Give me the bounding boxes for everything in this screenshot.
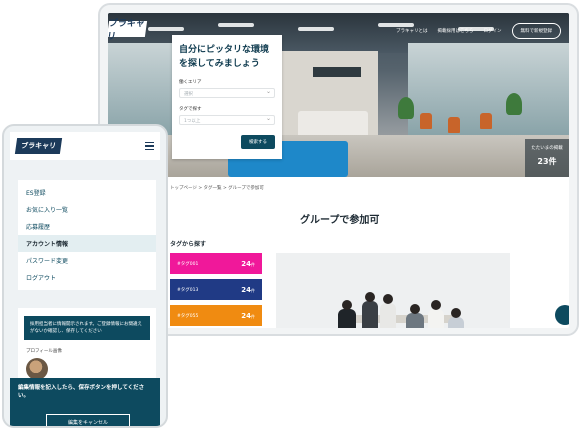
breadcrumb[interactable]: トップページ > タグ一覧 > グループで参加可 — [170, 185, 264, 191]
tag-list: #タグ001 24件 #タグ013 24件 #タグ055 24件 — [170, 253, 262, 328]
signup-button[interactable]: 無料で新規登録 — [511, 23, 561, 39]
person — [362, 292, 378, 328]
avatar[interactable] — [26, 358, 48, 380]
ceiling-light — [298, 27, 334, 31]
mobile-screen: ブラキャリ ES登録 お気に入り一覧 応募履歴 アカウント情報 パスワード変更 … — [10, 132, 160, 426]
orange-chair — [420, 113, 432, 129]
search-card: 自分にピッタリな環境を探してみましょう 働くエリア 選択 タグで探す 1つ以上 … — [172, 35, 282, 159]
cancel-edit-button[interactable]: 編集をキャンセル — [46, 414, 130, 426]
menu-item-es[interactable]: ES登録 — [18, 184, 156, 201]
plant — [506, 93, 522, 115]
group-photo — [276, 253, 510, 328]
person — [380, 294, 396, 328]
menu-item-logout[interactable]: ログアウト — [18, 269, 156, 286]
tag-count: 24件 — [241, 311, 255, 320]
counter-label: たたいまの掲載 — [531, 146, 563, 151]
counter-value: 23件 — [537, 157, 557, 166]
desktop-device-frame: ブラキャリ ブラキャリとは 掲載採用はこちら ログイン 無料で新規登録 自分にピ… — [98, 3, 579, 336]
listing-counter: たたいまの掲載 23件 — [525, 139, 569, 177]
mobile-header: ブラキャリ — [10, 132, 160, 160]
site-logo[interactable]: ブラキャリ — [108, 19, 148, 42]
menu-item-password[interactable]: パスワード変更 — [18, 252, 156, 269]
hamburger-menu-icon[interactable] — [145, 141, 154, 151]
footer-message: 編集情報を記入したら、保存ボタンを押してください。 — [18, 385, 145, 399]
orange-chair — [448, 117, 460, 133]
area-select[interactable]: 選択 — [179, 88, 275, 98]
area-label: 働くエリア — [179, 80, 202, 85]
ceiling-light — [148, 27, 184, 31]
mobile-logo[interactable]: ブラキャリ — [14, 138, 63, 154]
search-button[interactable]: 検索する — [241, 135, 275, 149]
tag-label: タグで探す — [179, 107, 202, 112]
mobile-device-frame: ブラキャリ ES登録 お気に入り一覧 応募履歴 アカウント情報 パスワード変更 … — [2, 124, 168, 428]
tag-item[interactable]: #タグ013 24件 — [170, 279, 262, 300]
account-menu: ES登録 お気に入り一覧 応募履歴 アカウント情報 パスワード変更 ログアウト — [18, 180, 156, 290]
profile-photo-label: プロフィール画像 — [26, 349, 62, 354]
tag-name: #タグ013 — [177, 287, 199, 293]
nav-link-employers[interactable]: 掲載採用はこちら — [438, 28, 474, 34]
menu-item-account[interactable]: アカウント情報 — [18, 235, 156, 252]
top-nav: ブラキャリとは 掲載採用はこちら ログイン 無料で新規登録 — [396, 23, 561, 39]
person — [448, 308, 464, 328]
person — [428, 300, 444, 328]
wall-logo — [313, 67, 361, 77]
nav-link-login[interactable]: ログイン — [484, 28, 502, 34]
person — [406, 304, 424, 328]
chat-button[interactable] — [555, 305, 569, 325]
save-footer: 編集情報を記入したら、保存ボタンを押してください。 編集をキャンセル — [10, 378, 160, 426]
tags-heading: タグから探す — [170, 241, 207, 248]
desktop-screen: ブラキャリ ブラキャリとは 掲載採用はこちら ログイン 無料で新規登録 自分にピ… — [108, 13, 569, 328]
person — [338, 300, 356, 328]
nav-link-about[interactable]: ブラキャリとは — [396, 28, 428, 34]
tag-name: #タグ055 — [177, 313, 199, 319]
tag-name: #タグ001 — [177, 261, 199, 267]
tag-select[interactable]: 1つ以上 — [179, 115, 275, 125]
hero-office-image: ブラキャリ ブラキャリとは 掲載採用はこちら ログイン 無料で新規登録 自分にピ… — [108, 13, 569, 177]
tag-count: 24件 — [241, 259, 255, 268]
info-notice: 採用担当者に情報開示されます。ご登録情報にお間違えがないか確認し、保存してくださ… — [24, 316, 150, 340]
tag-item[interactable]: #タグ055 24件 — [170, 305, 262, 326]
menu-item-history[interactable]: 応募履歴 — [18, 218, 156, 235]
plant — [398, 97, 414, 119]
tag-item[interactable]: #タグ001 24件 — [170, 253, 262, 274]
search-title: 自分にピッタリな環境を探してみましょう — [179, 45, 270, 69]
ceiling-light — [218, 23, 254, 27]
tag-count: 24件 — [241, 285, 255, 294]
page-title: グループで参加可 — [300, 215, 380, 226]
menu-item-favorites[interactable]: お気に入り一覧 — [18, 201, 156, 218]
orange-chair — [480, 113, 492, 129]
